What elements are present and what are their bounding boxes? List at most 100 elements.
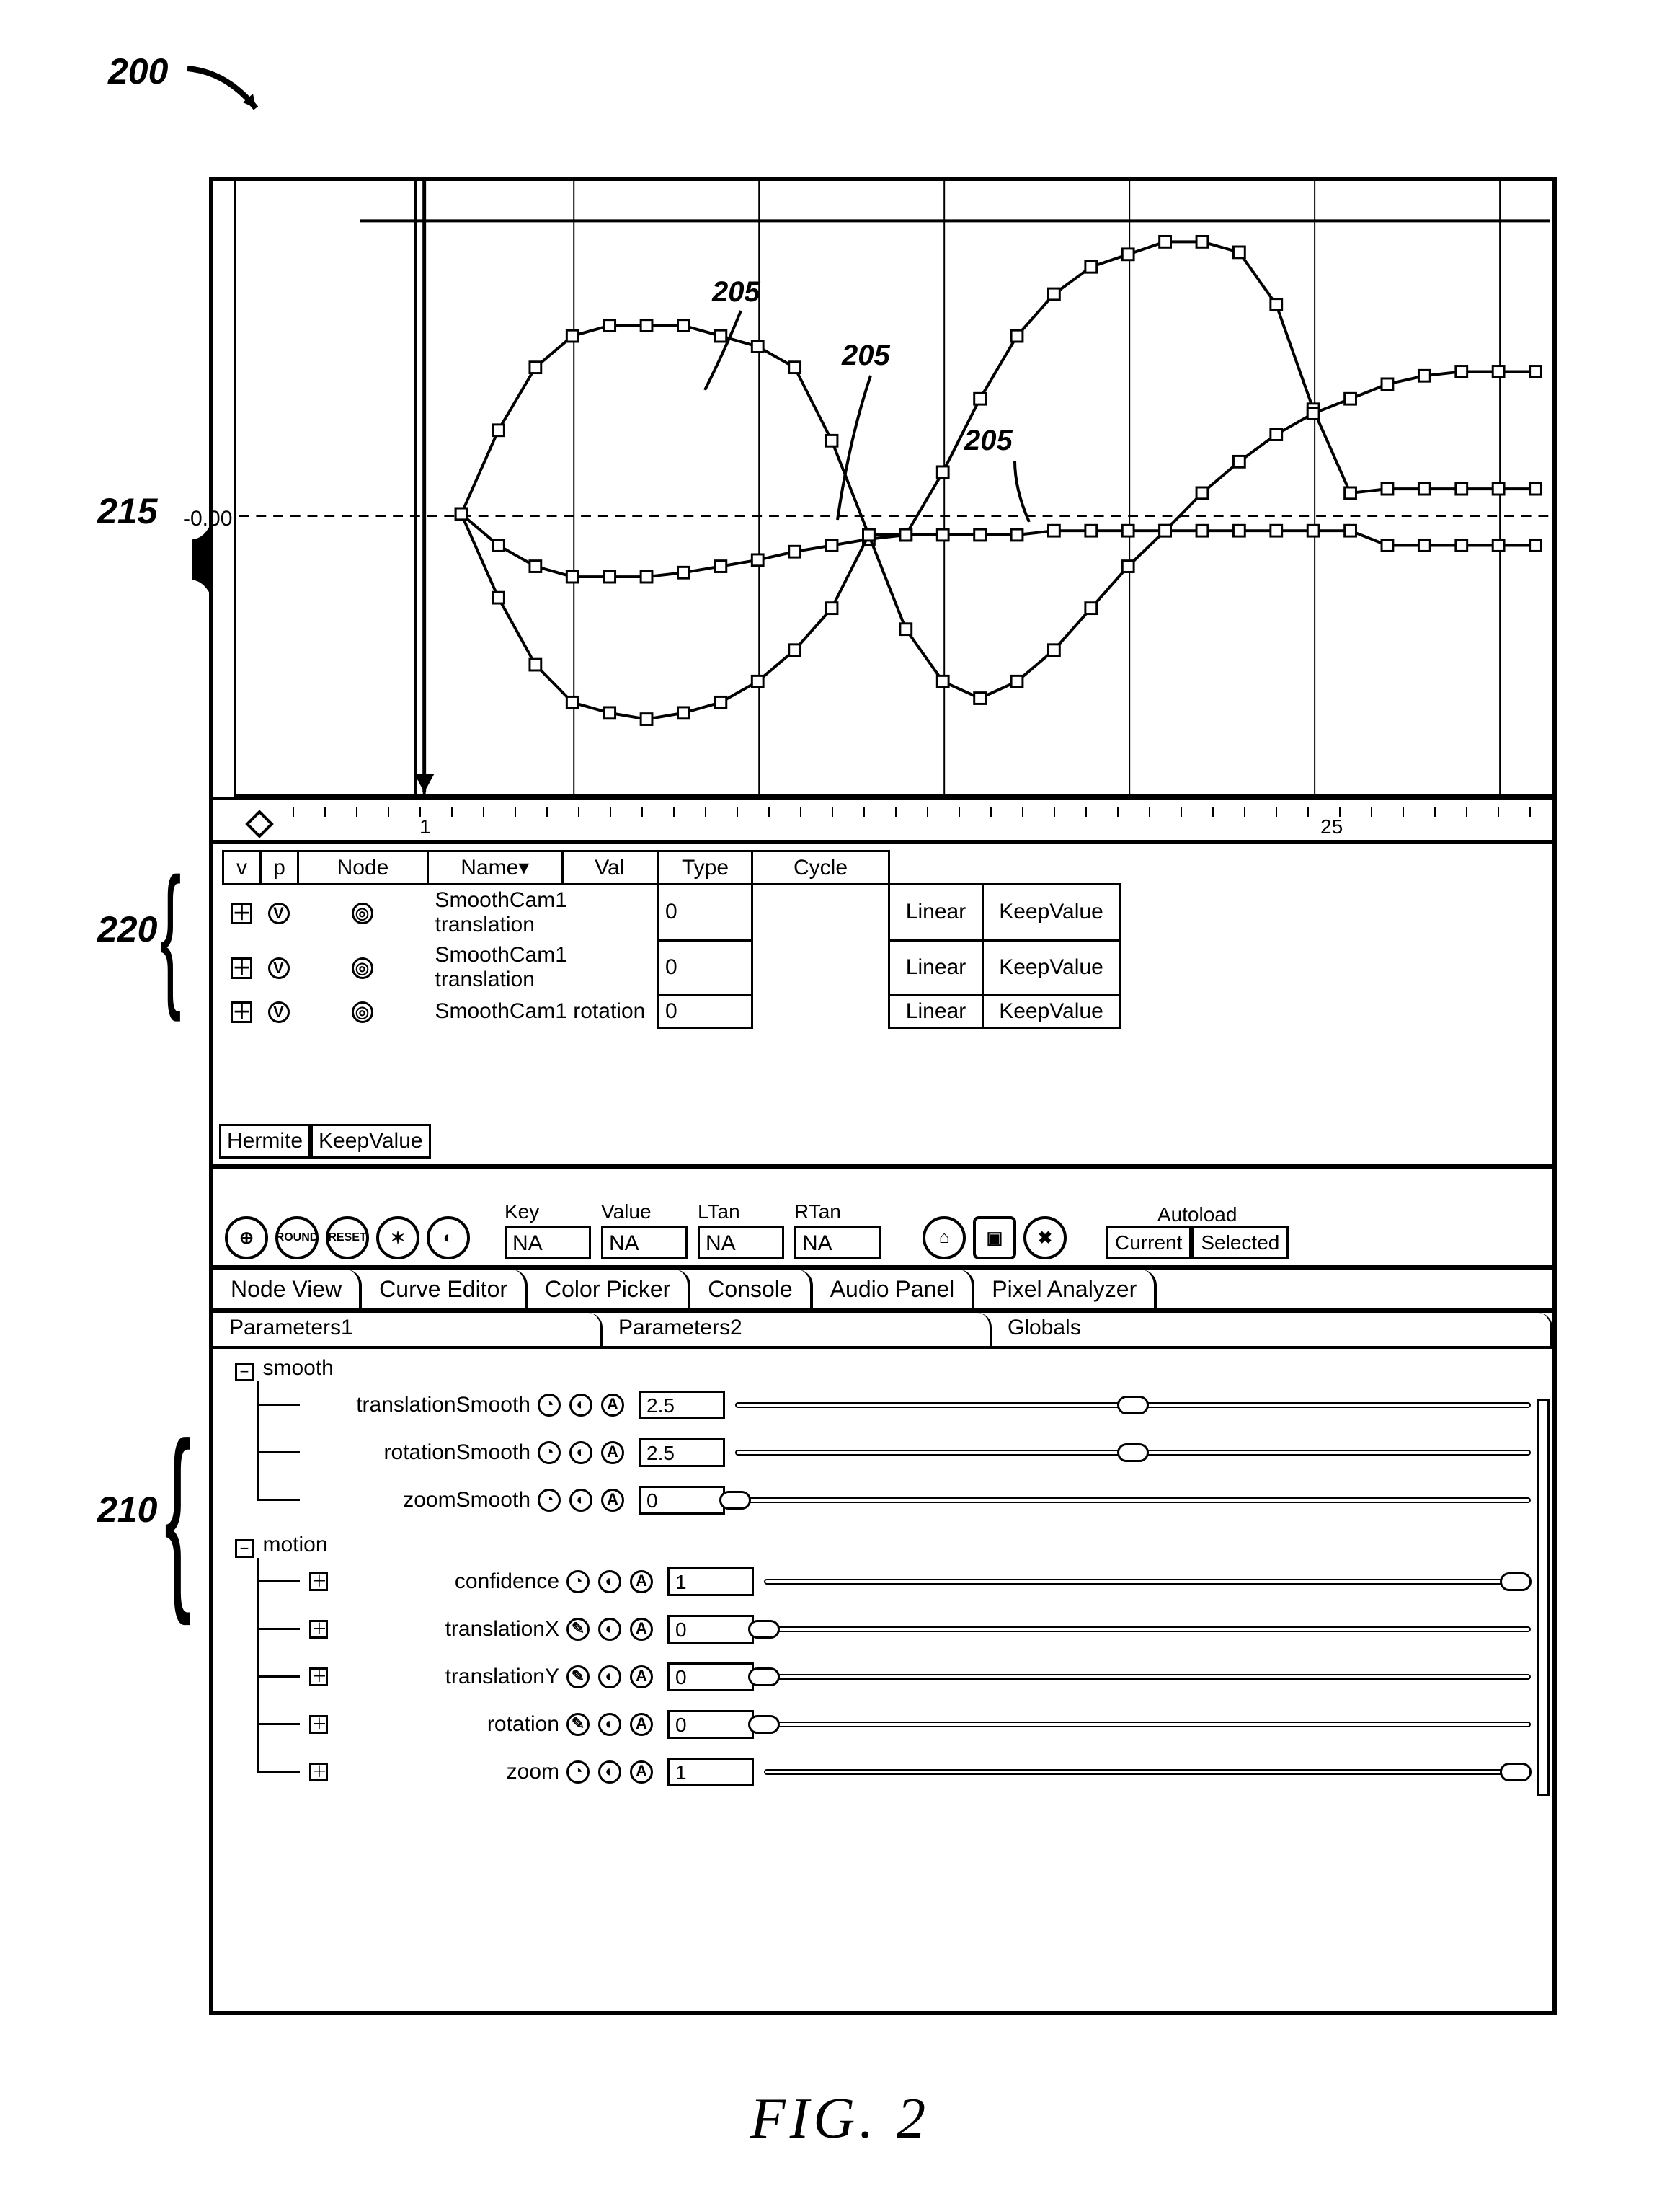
param-tab-parameters2[interactable]: Parameters2: [603, 1313, 992, 1346]
row-expand[interactable]: ＋: [223, 885, 261, 941]
row-val[interactable]: 0: [659, 940, 752, 995]
expand-toggle[interactable]: ＋: [309, 1667, 328, 1686]
keyframe-marker[interactable]: [1307, 525, 1319, 536]
table-row[interactable]: ＋V◎SmoothCam1 translation0LinearKeepValu…: [223, 940, 1120, 995]
row-target[interactable]: ◎: [298, 885, 428, 941]
toolbar-right-icon-2[interactable]: ✖: [1023, 1216, 1067, 1259]
keyframe-marker[interactable]: [1345, 525, 1356, 536]
keyframe-marker[interactable]: [566, 330, 578, 342]
keyframe-marker[interactable]: [1196, 525, 1208, 536]
auto-icon[interactable]: A: [630, 1713, 653, 1736]
keyframe-marker[interactable]: [974, 529, 986, 541]
tab-node-view[interactable]: Node View: [213, 1270, 362, 1308]
eyedropper-icon[interactable]: ✎: [566, 1618, 590, 1641]
keyframe-marker[interactable]: [1307, 408, 1319, 420]
key-input[interactable]: NA: [505, 1226, 591, 1259]
keyframe-marker[interactable]: [1418, 370, 1430, 381]
keyframe-marker[interactable]: [1271, 299, 1282, 311]
toolbar-icon-1[interactable]: ROUND: [275, 1216, 319, 1259]
keyframe-marker[interactable]: [604, 571, 615, 583]
table-row[interactable]: ＋V◎SmoothCam1 rotation0LinearKeepValue: [223, 995, 1120, 1027]
autoload-current-button[interactable]: Current: [1106, 1226, 1191, 1259]
keyframe-marker[interactable]: [530, 362, 541, 373]
keyframe-marker[interactable]: [1493, 483, 1504, 495]
param-slider[interactable]: [764, 1718, 1531, 1731]
row-expand[interactable]: ＋: [223, 995, 261, 1027]
col-cycle[interactable]: Cycle: [752, 851, 889, 885]
contrast-icon[interactable]: ◐: [569, 1394, 592, 1417]
param-slider[interactable]: [764, 1766, 1531, 1779]
row-target[interactable]: ◎: [298, 995, 428, 1027]
row-expand[interactable]: ＋: [223, 940, 261, 995]
tab-pixel-analyzer[interactable]: Pixel Analyzer: [974, 1270, 1157, 1308]
keyframe-marker[interactable]: [1382, 483, 1393, 495]
contrast-icon[interactable]: ◐: [598, 1570, 621, 1593]
collapse-toggle[interactable]: −: [235, 1363, 254, 1381]
toolbar-icon-2[interactable]: RESET: [326, 1216, 369, 1259]
param-slider[interactable]: [735, 1446, 1531, 1459]
row-val[interactable]: 0: [659, 995, 752, 1027]
tab-color-picker[interactable]: Color Picker: [528, 1270, 690, 1308]
playhead-diamond-icon[interactable]: [245, 810, 274, 838]
keepvalue-option[interactable]: KeepValue: [311, 1124, 431, 1159]
param-slider[interactable]: [764, 1575, 1531, 1588]
keyframe-marker[interactable]: [937, 676, 948, 687]
keyframe-marker[interactable]: [455, 508, 467, 520]
keyframe-marker[interactable]: [1233, 456, 1245, 467]
keyframe-marker[interactable]: [1493, 366, 1504, 378]
keyframe-marker[interactable]: [789, 645, 801, 656]
hermite-option[interactable]: Hermite: [219, 1124, 311, 1159]
clock-icon[interactable]: ◔: [538, 1394, 561, 1417]
auto-icon[interactable]: A: [601, 1489, 624, 1512]
param-slider[interactable]: [764, 1623, 1531, 1636]
keyframe-marker[interactable]: [1048, 645, 1059, 656]
keyframe-marker[interactable]: [826, 603, 837, 614]
col-name[interactable]: Name▾: [428, 851, 563, 885]
contrast-icon[interactable]: ◐: [598, 1665, 621, 1688]
keyframe-marker[interactable]: [900, 529, 912, 541]
keyframe-marker[interactable]: [789, 546, 801, 557]
row-target[interactable]: ◎: [298, 940, 428, 995]
keyframe-marker[interactable]: [1418, 483, 1430, 495]
keyframe-marker[interactable]: [1085, 261, 1097, 273]
keyframe-marker[interactable]: [1233, 525, 1245, 536]
tab-curve-editor[interactable]: Curve Editor: [362, 1270, 528, 1308]
col-v[interactable]: v: [223, 851, 261, 885]
keyframe-marker[interactable]: [1530, 366, 1542, 378]
keyframe-marker[interactable]: [604, 320, 615, 332]
keyframe-marker[interactable]: [641, 571, 652, 583]
keyframe-marker[interactable]: [937, 466, 948, 478]
col-type[interactable]: Type: [659, 851, 752, 885]
contrast-icon[interactable]: ◐: [569, 1441, 592, 1464]
keyframe-marker[interactable]: [1456, 540, 1467, 552]
keyframe-marker[interactable]: [1382, 540, 1393, 552]
keyframe-marker[interactable]: [752, 554, 763, 566]
time-ruler[interactable]: 1 25: [213, 797, 1552, 840]
keyframe-marker[interactable]: [974, 693, 986, 704]
keyframe-marker[interactable]: [1530, 483, 1542, 495]
row-type[interactable]: Linear: [889, 885, 983, 941]
keyframe-marker[interactable]: [1122, 249, 1134, 260]
clock-icon[interactable]: ◔: [566, 1760, 590, 1784]
keyframe-marker[interactable]: [974, 393, 986, 404]
keyframe-marker[interactable]: [1271, 525, 1282, 536]
col-node[interactable]: Node: [298, 851, 428, 885]
row-type[interactable]: Linear: [889, 940, 983, 995]
keyframe-marker[interactable]: [1456, 483, 1467, 495]
auto-icon[interactable]: A: [630, 1618, 653, 1641]
keyframe-marker[interactable]: [1160, 236, 1171, 247]
keyframe-marker[interactable]: [1122, 561, 1134, 572]
auto-icon[interactable]: A: [630, 1665, 653, 1688]
keyframe-marker[interactable]: [1011, 676, 1023, 687]
graph-plot-area[interactable]: -0.00 205 205 205: [234, 181, 1552, 797]
expand-toggle[interactable]: ＋: [309, 1715, 328, 1734]
param-slider[interactable]: [764, 1670, 1531, 1683]
param-tab-parameters1[interactable]: Parameters1: [213, 1313, 603, 1346]
row-type[interactable]: Linear: [889, 995, 983, 1027]
keyframe-marker[interactable]: [1011, 330, 1023, 342]
keyframe-marker[interactable]: [566, 696, 578, 708]
keyframe-marker[interactable]: [863, 529, 875, 541]
clock-icon[interactable]: ◔: [538, 1441, 561, 1464]
keyframe-marker[interactable]: [678, 707, 690, 719]
keyframe-marker[interactable]: [752, 676, 763, 687]
